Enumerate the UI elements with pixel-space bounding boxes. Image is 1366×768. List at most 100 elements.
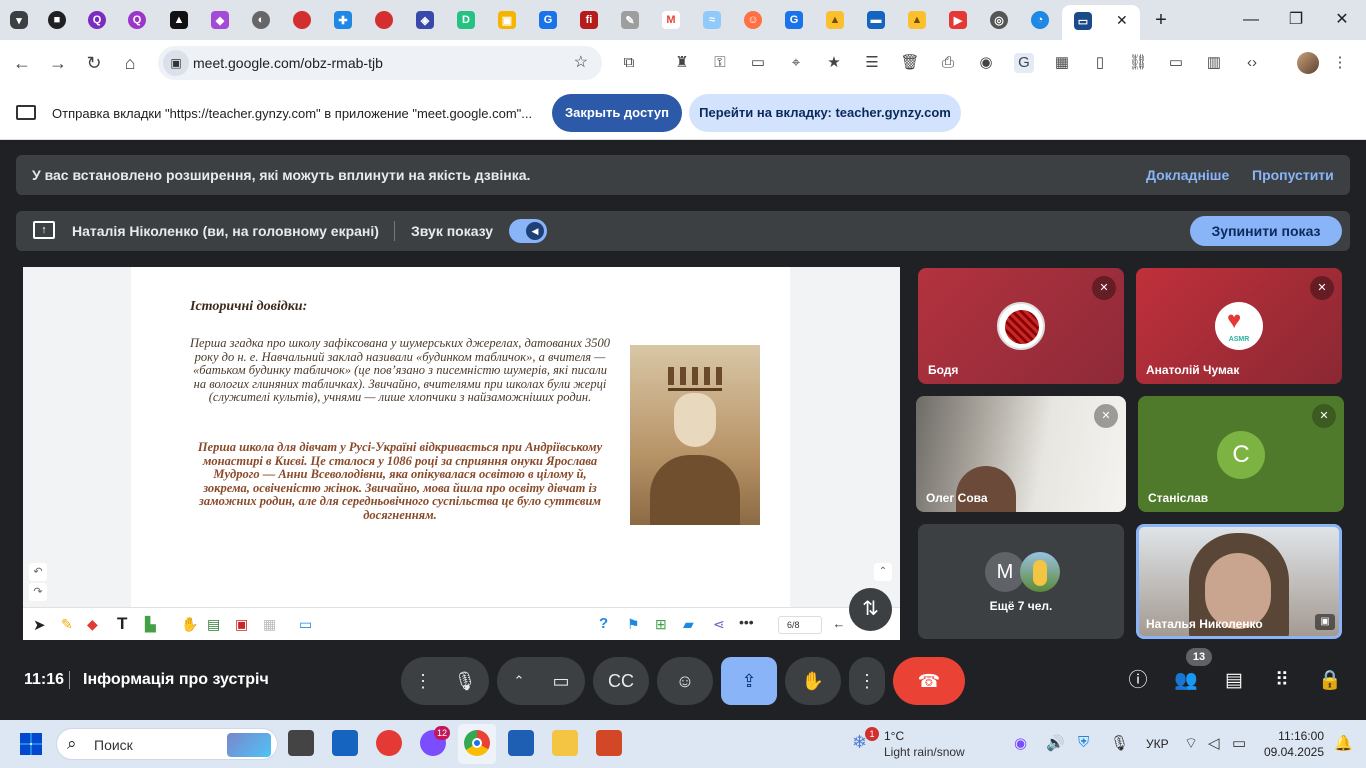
print-icon[interactable]: ⎙ <box>938 53 958 73</box>
forward-arrow-icon[interactable]: → <box>46 51 70 75</box>
present-screen-button[interactable]: ⇪ <box>721 657 777 705</box>
participant-tile[interactable]: ✕ ♥ ASMR Анатолій Чумак <box>1136 268 1342 384</box>
speaker-tray-icon[interactable]: ◁ <box>1208 734 1220 752</box>
more-options-button[interactable]: ⋮ <box>849 657 885 705</box>
switch-to-tab-button[interactable]: Перейти на вкладку: teacher.gynzy.com <box>689 94 961 132</box>
screen-tool-icon[interactable]: ▭ <box>299 616 312 633</box>
defender-icon[interactable]: ⛨ <box>1078 734 1089 751</box>
tab-favicon-icon[interactable]: ▲ <box>826 11 844 29</box>
tab-favicon-icon[interactable]: Q <box>88 11 106 29</box>
tab-favicon-icon[interactable]: M <box>662 11 680 29</box>
stop-presenting-button[interactable]: Зупинити показ <box>1190 216 1342 246</box>
end-call-button[interactable]: ☎ <box>893 657 965 705</box>
location-icon[interactable]: ⌖ <box>786 53 806 73</box>
tray-viber-icon[interactable]: ◉ <box>1014 734 1027 752</box>
tab-favicon-icon[interactable]: ◆ <box>211 11 229 29</box>
tab-favicon-icon[interactable]: ■ <box>48 11 66 29</box>
home-icon[interactable]: ⌂ <box>118 51 142 75</box>
tool-icon[interactable]: ▤ <box>207 616 220 633</box>
bookmark-star-icon[interactable]: ☆ <box>574 52 588 72</box>
tab-favicon-icon[interactable]: G <box>785 11 803 29</box>
participant-tile[interactable]: ✕ C Станіслав <box>1138 396 1344 512</box>
task-view-icon[interactable] <box>288 730 314 756</box>
star-icon[interactable]: ★ <box>824 53 844 73</box>
video-options-icon[interactable]: ⌃ <box>497 657 541 705</box>
tab-favicon-icon[interactable]: ▲ <box>170 11 188 29</box>
chrome-active-slot[interactable] <box>458 724 496 764</box>
language-indicator[interactable]: УКР <box>1146 737 1169 751</box>
present-sound-toggle[interactable]: ◀ <box>509 219 547 243</box>
host-controls-icon[interactable]: 🔒 <box>1317 668 1343 694</box>
shapes-tool-icon[interactable]: ▙ <box>145 616 156 633</box>
trash-icon[interactable]: 🗑 <box>900 53 920 73</box>
undo-icon[interactable]: ↶ <box>29 563 47 581</box>
close-window-icon[interactable]: ✕ <box>1330 8 1354 32</box>
more-icon[interactable]: ••• <box>739 614 754 630</box>
sidebar-icon[interactable]: ▥ <box>1204 53 1224 73</box>
word-app-icon[interactable] <box>508 730 534 756</box>
powerpoint-app-icon[interactable] <box>596 730 622 756</box>
tab-favicon-icon[interactable]: ◔ <box>1031 11 1049 29</box>
translate-icon[interactable]: G <box>1014 53 1034 73</box>
self-video-tile[interactable]: ▣ Наталья Николенко <box>1136 524 1342 639</box>
opera-app-icon[interactable] <box>376 730 402 756</box>
share-icon[interactable]: ⋖ <box>713 616 725 633</box>
meeting-info-label[interactable]: Інформація про зустріч <box>83 671 269 689</box>
pointer-tool-icon[interactable]: ➤ <box>33 616 46 634</box>
tab-favicon-icon[interactable]: D <box>457 11 475 29</box>
reader-mode-icon[interactable]: ▯ <box>1090 53 1110 73</box>
reading-list-icon[interactable]: ☰ <box>862 53 882 73</box>
volume-icon[interactable]: 🔊 <box>1046 734 1065 752</box>
redo-icon[interactable]: ↷ <box>29 583 47 601</box>
tab-favicon-icon[interactable]: ≈ <box>703 11 721 29</box>
minimize-icon[interactable]: — <box>1239 8 1263 32</box>
activities-icon[interactable]: ⠿ <box>1269 668 1295 694</box>
pen-tool-icon[interactable]: ✎ <box>61 616 73 633</box>
audio-options-icon[interactable]: ⋮ <box>401 657 445 705</box>
captions-button[interactable]: CC <box>593 657 649 705</box>
camera-button[interactable]: ▭ <box>537 657 585 705</box>
learn-more-link[interactable]: Докладніше <box>1146 167 1229 183</box>
prev-slide-icon[interactable]: ← <box>829 614 849 634</box>
cast-icon[interactable]: ▭ <box>1166 53 1186 73</box>
more-participants-tile[interactable]: M Ещё 7 чел. <box>918 524 1124 639</box>
folder-icon[interactable]: ▰ <box>683 616 694 633</box>
tab-favicon-icon[interactable]: ◐ <box>252 11 270 29</box>
weather-temp[interactable]: 1°C <box>884 729 904 743</box>
emoji-reactions-button[interactable]: ☺ <box>657 657 713 705</box>
restore-icon[interactable]: ❐ <box>1284 8 1308 32</box>
tool-icon[interactable]: ▦ <box>263 616 276 633</box>
people-icon[interactable]: 👥 <box>1173 668 1199 694</box>
participant-tile[interactable]: ✕ Олег Сова <box>916 396 1126 512</box>
raise-hand-button[interactable]: ✋ <box>785 657 841 705</box>
add-slide-icon[interactable]: ⊞ <box>655 616 667 633</box>
camera-permission-icon[interactable]: ▣ <box>163 50 189 76</box>
help-icon[interactable]: ? <box>599 615 608 632</box>
wifi-icon[interactable]: ⌔ <box>1184 734 1198 753</box>
tool-icon[interactable]: ⚑ <box>627 616 640 633</box>
hand-tool-icon[interactable]: ✋ <box>181 616 198 633</box>
microphone-button[interactable]: 🎙 <box>441 657 489 705</box>
windows-start-icon[interactable] <box>20 733 42 755</box>
tab-favicon-icon[interactable] <box>375 11 393 29</box>
weather-desc[interactable]: Light rain/snow <box>884 745 965 759</box>
tab-favicon-icon[interactable]: ◈ <box>416 11 434 29</box>
participant-tile[interactable]: ✕ Бодя <box>918 268 1124 384</box>
tab-favicon-icon[interactable]: ▣ <box>498 11 516 29</box>
tab-favicon-icon[interactable]: ☺ <box>744 11 762 29</box>
clock-time[interactable]: 11:16:00 <box>1262 729 1324 743</box>
new-tab-button[interactable]: + <box>1149 8 1173 32</box>
menu-kebab-icon[interactable]: ⋮ <box>1330 53 1350 73</box>
stop-sharing-button[interactable]: Закрыть доступ <box>552 94 682 132</box>
tab-close-icon[interactable]: ✕ <box>1116 12 1128 29</box>
profile-avatar[interactable] <box>1297 52 1319 74</box>
battery-icon[interactable]: ▭ <box>1232 734 1246 752</box>
tab-favicon-icon[interactable]: G <box>539 11 557 29</box>
active-tab[interactable]: ▭ ✕ <box>1062 5 1140 40</box>
pip-icon[interactable]: ▣ <box>1315 614 1335 630</box>
tab-favicon-icon[interactable]: ◎ <box>990 11 1008 29</box>
tab-favicon-icon[interactable]: ✚ <box>334 11 352 29</box>
text-tool-icon[interactable]: T <box>117 614 127 634</box>
screenshot-icon[interactable]: ◉ <box>976 53 996 73</box>
card-icon[interactable]: ▭ <box>748 53 768 73</box>
